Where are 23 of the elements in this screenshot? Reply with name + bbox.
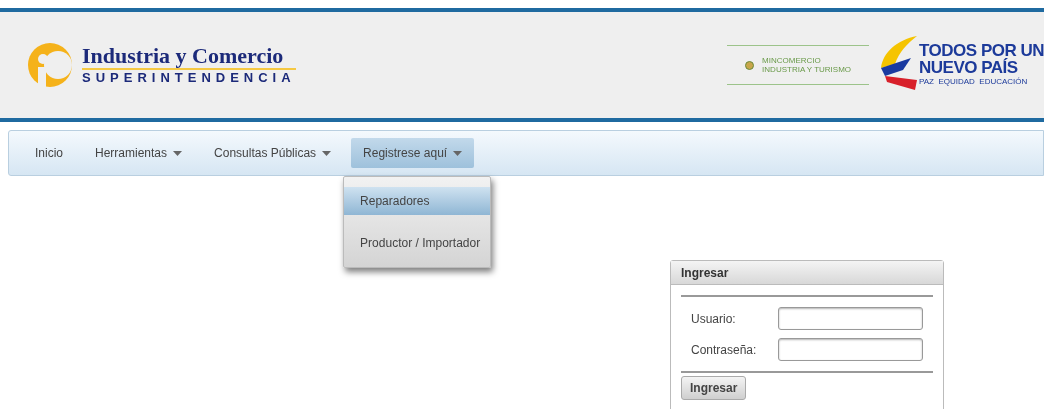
slogan-text: NUEVO PAÍS	[919, 59, 1018, 76]
slogan-tagline: PAZ EQUIDAD EDUCACIÓN	[919, 76, 1028, 88]
input-field[interactable]	[778, 338, 923, 361]
panel-title: Ingresar	[671, 261, 943, 285]
login-button[interactable]: Ingresar	[681, 376, 747, 400]
nav-item[interactable]: Inicio	[23, 138, 75, 168]
field-label: Contraseña:	[691, 341, 757, 359]
input-field[interactable]	[778, 307, 923, 330]
nav-item[interactable]: Herramientas	[83, 138, 195, 168]
logo-title: Industria y Comercio	[82, 44, 296, 70]
caret-icon	[322, 150, 332, 156]
nav-item[interactable]: Consultas Públicas	[202, 138, 344, 168]
caret-icon	[453, 150, 463, 156]
slogan-text: TODOS POR UN	[919, 42, 1044, 59]
nav-item[interactable]: Registrese aquí	[351, 138, 475, 168]
ministry-text: MINCOMERCIO	[762, 56, 822, 65]
menu-item[interactable]: Productor / Importador	[344, 229, 491, 257]
menu-item[interactable]: Reparadores	[344, 187, 491, 215]
logo-subtitle: SUPERINTENDENCIA	[82, 70, 296, 86]
field-label: Usuario:	[691, 310, 736, 328]
ministry-text: INDUSTRIA Y TURISMO	[762, 65, 851, 74]
emblem-icon	[745, 60, 755, 70]
caret-icon	[173, 150, 183, 156]
